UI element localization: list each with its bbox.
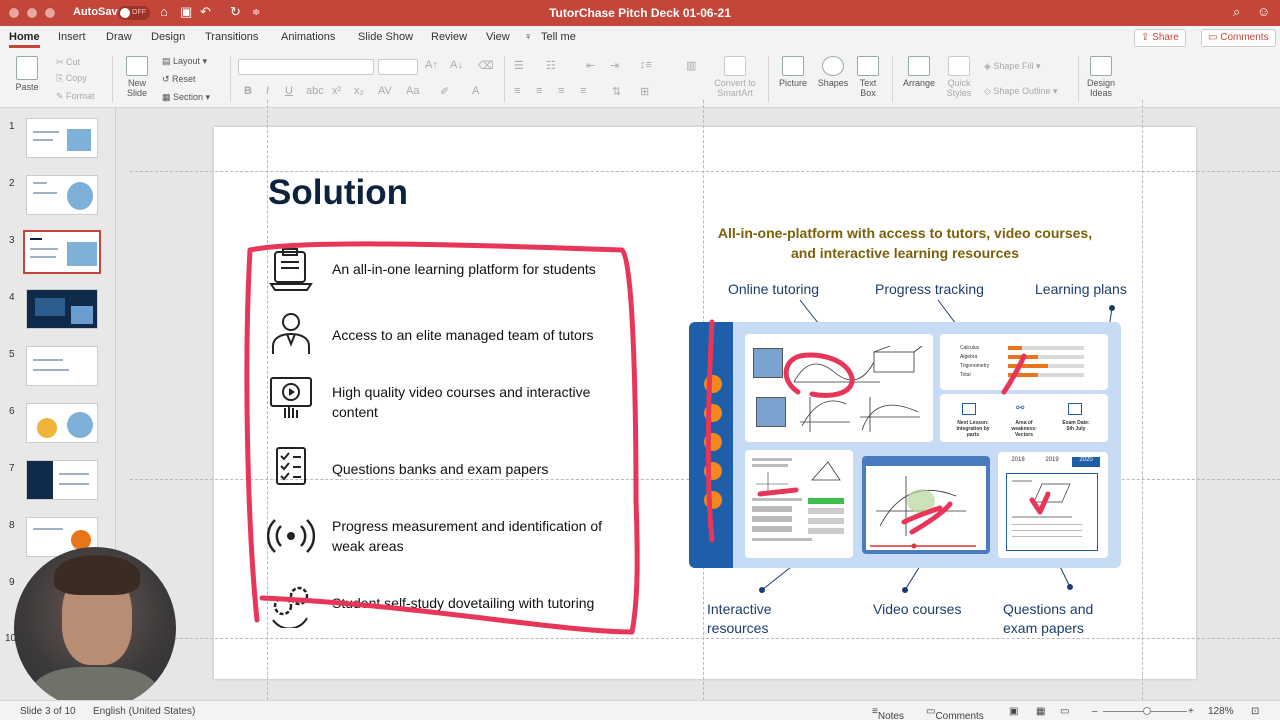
notes-button[interactable]: ≡ Notes — [872, 706, 904, 720]
fit-to-window-icon[interactable]: ⊡ — [1251, 706, 1259, 717]
status-bar: Slide 3 of 10 English (United States) ≡ … — [0, 700, 1280, 720]
zoom-out-icon[interactable]: – — [1092, 706, 1098, 717]
comments-status-label: Comments — [935, 711, 984, 720]
comments-status-button[interactable]: ▭ Comments — [926, 706, 984, 720]
normal-view-icon[interactable]: ▣ — [1009, 706, 1018, 717]
zoom-in-icon[interactable]: + — [1188, 706, 1194, 717]
language-indicator[interactable]: English (United States) — [93, 706, 195, 717]
notes-label: Notes — [877, 711, 904, 720]
slide-sorter-icon[interactable]: ▦ — [1036, 706, 1045, 717]
zoom-level[interactable]: 128% — [1208, 706, 1234, 717]
ink-annotations — [244, 241, 1051, 635]
reading-view-icon[interactable]: ▭ — [1060, 706, 1069, 717]
zoom-slider-thumb[interactable] — [1143, 707, 1151, 715]
presenter-hair — [54, 555, 140, 595]
slide-counter: Slide 3 of 10 — [20, 706, 76, 717]
presenter-webcam — [14, 547, 176, 709]
